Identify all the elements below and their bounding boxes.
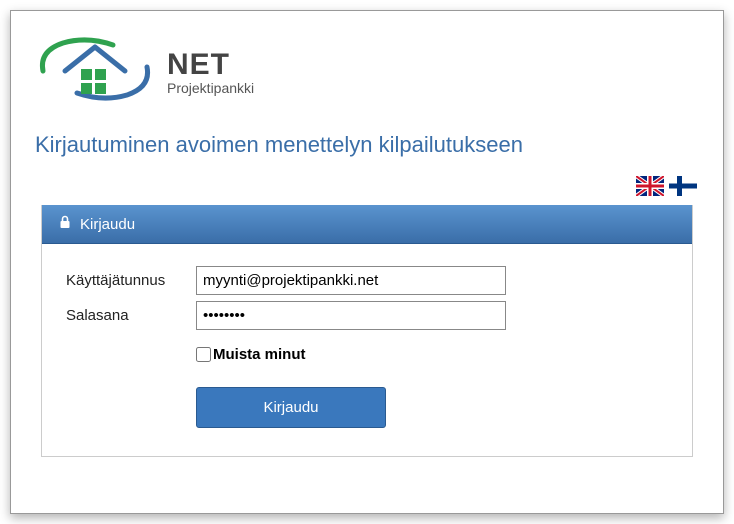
- panel-body: Käyttäjätunnus Salasana Muista minut Kir…: [42, 244, 692, 456]
- password-input[interactable]: [196, 301, 506, 330]
- username-row: Käyttäjätunnus: [66, 266, 668, 295]
- lock-icon: [58, 215, 72, 233]
- password-label: Salasana: [66, 307, 196, 324]
- logo: NET Projektipankki: [35, 29, 699, 114]
- remember-label: Muista minut: [213, 346, 306, 363]
- flag-fi-icon[interactable]: [669, 176, 697, 201]
- login-window: NET Projektipankki Kirjautuminen avoimen…: [10, 10, 724, 514]
- logo-text-sub: Projektipankki: [167, 80, 254, 96]
- flag-uk-icon[interactable]: [636, 176, 664, 201]
- remember-row: Muista minut: [196, 346, 668, 363]
- password-row: Salasana: [66, 301, 668, 330]
- house-logo-icon: [35, 29, 155, 114]
- language-flags: [35, 176, 699, 201]
- username-label: Käyttäjätunnus: [66, 272, 196, 289]
- username-input[interactable]: [196, 266, 506, 295]
- logo-text: NET Projektipankki: [167, 48, 254, 96]
- page-title: Kirjautuminen avoimen menettelyn kilpail…: [35, 132, 699, 158]
- panel-header-text: Kirjaudu: [80, 216, 135, 233]
- login-panel: Kirjaudu Käyttäjätunnus Salasana Muista …: [41, 205, 693, 457]
- panel-header: Kirjaudu: [42, 205, 692, 244]
- remember-checkbox[interactable]: [196, 347, 211, 362]
- login-button[interactable]: Kirjaudu: [196, 387, 386, 428]
- logo-text-main: NET: [167, 48, 254, 82]
